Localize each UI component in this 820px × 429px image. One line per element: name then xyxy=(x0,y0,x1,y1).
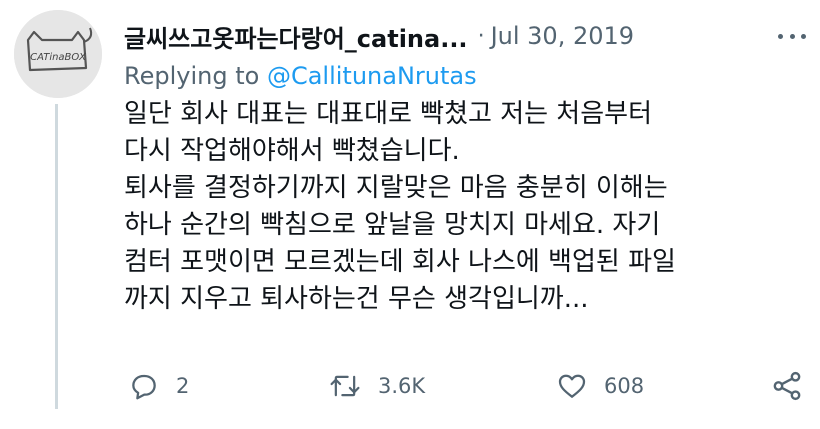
more-dot xyxy=(801,33,806,39)
avatar[interactable]: CATinaBOX xyxy=(14,10,102,98)
reply-button[interactable]: 2 xyxy=(128,366,189,406)
like-button[interactable]: 608 xyxy=(556,366,644,406)
tweet-date[interactable]: Jul 30, 2019 xyxy=(491,22,634,50)
thread-line xyxy=(55,104,58,409)
retweet-count: 3.6K xyxy=(378,374,426,398)
display-name[interactable]: 글씨쓰고옷파는다랑어_catina... xyxy=(124,19,468,54)
more-dot xyxy=(778,33,783,39)
share-icon xyxy=(773,371,801,401)
reply-count: 2 xyxy=(176,374,190,398)
cat-in-box-logo: CATinaBOX xyxy=(14,10,102,98)
replying-to-handle[interactable]: @CallitunaNrutas xyxy=(267,62,477,90)
share-button[interactable] xyxy=(770,366,804,406)
heart-icon xyxy=(558,374,586,398)
tweet-text-line: 퇴사를 결정하기까지 지랄맞은 마음 충분히 이해는 xyxy=(124,173,668,203)
tweet-text: 일단 회사 대표는 대표대로 빡쳤고 저는 처음부터 다시 작업해야해서 빡쳤습… xyxy=(124,96,804,318)
tweet-text-line: 컴터 포맷이면 모르겠는데 회사 나스에 백업된 파일 xyxy=(124,247,676,277)
reply-bubble-icon xyxy=(132,374,156,400)
more-horizontal-icon[interactable] xyxy=(778,24,806,48)
avatar-logo-text: CATinaBOX xyxy=(30,52,87,63)
replying-to-label: Replying to xyxy=(124,62,260,90)
retweet-icon xyxy=(330,375,360,397)
separator-dot: · xyxy=(477,23,485,49)
action-bar: 2 3.6K 608 xyxy=(124,366,810,406)
tweet-text-line: 일단 회사 대표는 대표대로 빡쳤고 저는 처음부터 xyxy=(124,99,652,129)
retweet-button[interactable]: 3.6K xyxy=(328,366,425,406)
more-dot xyxy=(789,33,795,39)
like-count: 608 xyxy=(604,374,645,398)
tweet-header: 글씨쓰고옷파는다랑어_catina... · Jul 30, 2019 xyxy=(124,18,800,54)
replying-to: Replying to @CallitunaNrutas xyxy=(124,62,477,90)
tweet-text-line: 까지 지우고 퇴사하는건 무슨 생각입니까... xyxy=(124,284,589,314)
tweet-text-line: 다시 작업해야해서 빡쳤습니다. xyxy=(124,136,460,166)
tweet-text-line: 하나 순간의 빡침으로 앞날을 망치지 마세요. 자기 xyxy=(124,210,661,240)
